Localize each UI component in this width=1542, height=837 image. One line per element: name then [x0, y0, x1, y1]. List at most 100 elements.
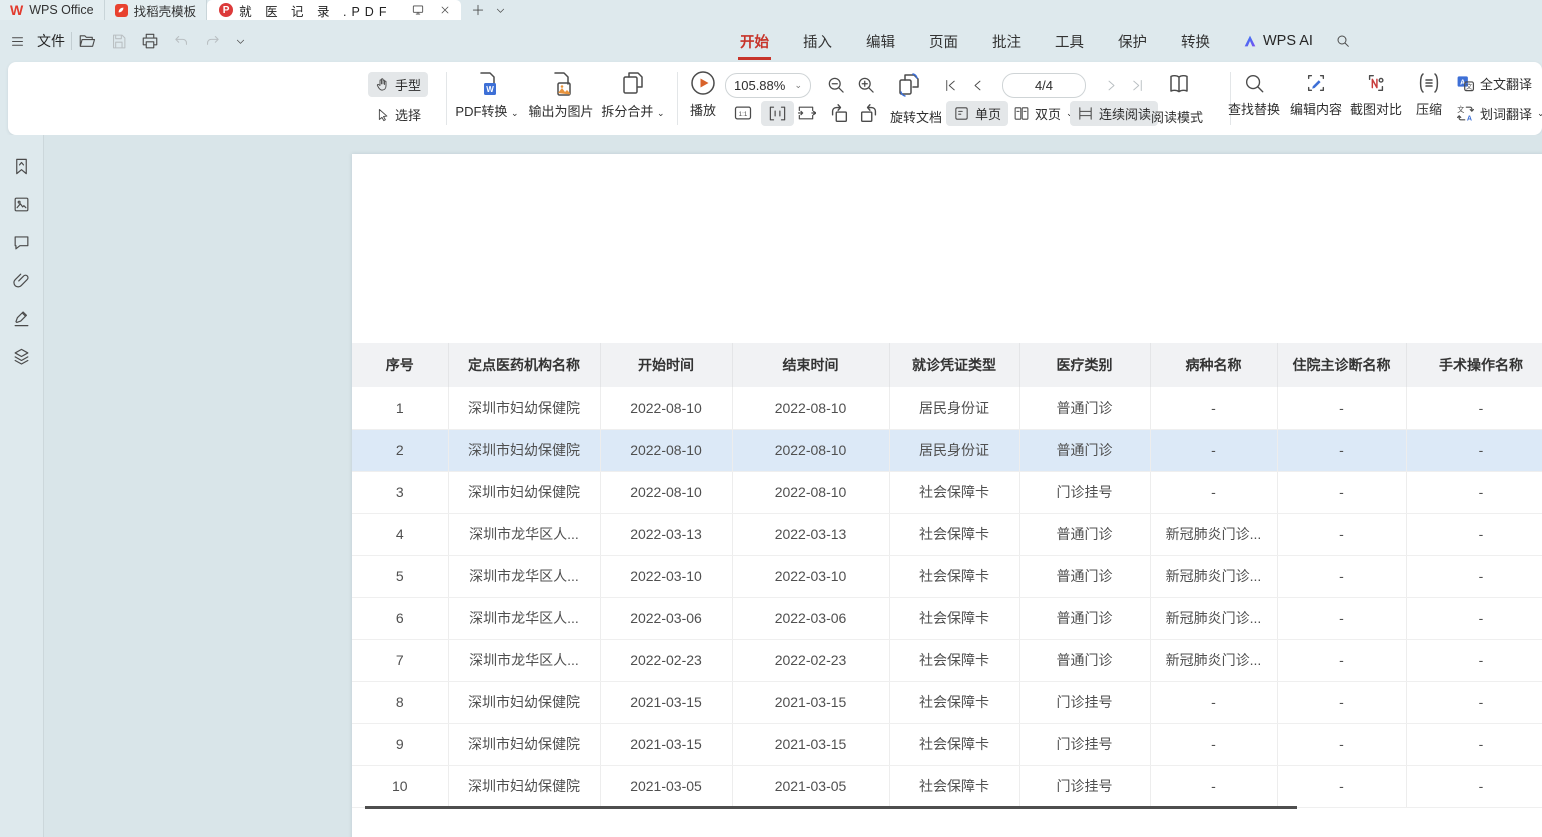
svg-text:1:1: 1:1 [739, 111, 748, 118]
table-cell: 2022-08-10 [732, 387, 889, 429]
edit-content-label: 编辑内容 [1290, 99, 1342, 118]
first-page-icon[interactable] [943, 78, 958, 93]
table-header-cell: 结束时间 [732, 343, 889, 387]
page-number-input[interactable]: 4/4 [1002, 73, 1086, 98]
document-viewport[interactable]: 序号定点医药机构名称开始时间结束时间就诊凭证类型医疗类别病种名称住院主诊断名称手… [44, 135, 1542, 837]
tab-document[interactable]: P 就 医 记 录 .PDF [207, 0, 461, 20]
table-cell: 社会保障卡 [889, 555, 1019, 597]
zoom-out-icon[interactable] [826, 75, 846, 95]
ribbon-tab-page[interactable]: 页面 [927, 25, 960, 58]
word-translate-button[interactable]: 文 A 划词翻译 ⌄ [1456, 104, 1542, 123]
presentation-monitor-icon[interactable] [411, 3, 425, 17]
table-cell: 2022-02-23 [732, 639, 889, 681]
continuous-read-button[interactable]: 连续阅读 [1070, 101, 1158, 126]
layers-icon[interactable] [12, 347, 31, 366]
last-page-icon[interactable] [1130, 78, 1145, 93]
hand-tool-button[interactable]: 手型 [368, 72, 428, 97]
quick-access-chevron-icon[interactable] [235, 36, 246, 47]
table-cell: 深圳市龙华区人... [448, 639, 600, 681]
edit-content-button[interactable]: 编辑内容 [1288, 71, 1344, 118]
table-header-row: 序号定点医药机构名称开始时间结束时间就诊凭证类型医疗类别病种名称住院主诊断名称手… [352, 343, 1542, 387]
rotate-left-icon[interactable] [828, 102, 850, 124]
close-tab-icon[interactable] [439, 4, 451, 16]
ribbon-tab-comment[interactable]: 批注 [990, 25, 1023, 58]
compress-button[interactable]: 压缩 [1412, 71, 1446, 118]
table-cell: 深圳市妇幼保健院 [448, 681, 600, 723]
tab-document-title: 就 医 记 录 .PDF [239, 1, 391, 20]
select-tool-button[interactable]: 选择 [368, 102, 428, 127]
signature-pen-icon[interactable] [12, 309, 31, 328]
bookmark-icon[interactable] [12, 157, 31, 176]
rotate-doc-label[interactable]: 旋转文档 [890, 107, 942, 126]
rotate-right-icon[interactable] [858, 102, 880, 124]
export-image-button[interactable]: 输出为图片 [526, 71, 596, 120]
table-row: 3深圳市妇幼保健院2022-08-102022-08-10社会保障卡门诊挂号--… [352, 471, 1542, 513]
split-merge-button[interactable]: 拆分合并 ⌄ [600, 71, 666, 120]
thumbnail-image-icon[interactable] [12, 195, 31, 214]
medical-table: 序号定点医药机构名称开始时间结束时间就诊凭证类型医疗类别病种名称住院主诊断名称手… [352, 343, 1542, 808]
single-page-label: 单页 [975, 104, 1001, 123]
full-translate-button[interactable]: A 文 全文翻译 [1456, 74, 1532, 93]
save-icon[interactable] [110, 33, 127, 50]
ribbon-tab-insert[interactable]: 插入 [801, 25, 834, 58]
fit-width-icon [768, 104, 787, 123]
tab-wps-office[interactable]: W WPS Office [0, 0, 105, 20]
swap-pages-icon[interactable] [896, 72, 922, 98]
table-cell: 深圳市妇幼保健院 [448, 387, 600, 429]
open-folder-icon[interactable] [78, 32, 96, 50]
redo-icon[interactable] [204, 33, 221, 50]
screenshot-compare-button[interactable]: 截图对比 [1348, 71, 1404, 118]
ribbon-tab-protect[interactable]: 保护 [1116, 25, 1149, 58]
table-cell: 深圳市妇幼保健院 [448, 429, 600, 471]
ribbon-tabs: 开始 插入 编辑 页面 批注 工具 保护 转换 [738, 25, 1212, 58]
table-cell: 深圳市妇幼保健院 [448, 765, 600, 807]
table-cell: - [1150, 681, 1277, 723]
comment-icon[interactable] [12, 233, 31, 252]
table-header-cell: 住院主诊断名称 [1277, 343, 1406, 387]
ribbon-search-icon[interactable] [1335, 33, 1351, 49]
print-icon[interactable] [141, 32, 159, 50]
pdf-page: 序号定点医药机构名称开始时间结束时间就诊凭证类型医疗类别病种名称住院主诊断名称手… [352, 154, 1542, 837]
read-mode-label[interactable]: 阅读模式 [1151, 107, 1203, 126]
left-panel-strip [0, 135, 44, 837]
table-cell: 7 [352, 639, 448, 681]
hamburger-menu-icon[interactable] [10, 34, 25, 49]
play-button[interactable]: 播放 [684, 70, 722, 119]
continuous-read-label: 连续阅读 [1099, 104, 1151, 123]
table-cell: 门诊挂号 [1019, 765, 1150, 807]
ribbon-tab-tools[interactable]: 工具 [1053, 25, 1086, 58]
next-page-icon[interactable] [1104, 78, 1119, 93]
wps-ai-button[interactable]: WPS AI [1242, 33, 1313, 49]
tab-list-chevron-icon[interactable] [495, 5, 506, 16]
table-cell: - [1406, 471, 1542, 513]
prev-page-icon[interactable] [970, 78, 985, 93]
ribbon-tab-edit[interactable]: 编辑 [864, 25, 897, 58]
pdf-convert-button[interactable]: W PDF转换 ⌄ [454, 71, 520, 120]
fit-page-icon[interactable] [796, 103, 816, 123]
fit-width-button[interactable] [761, 101, 794, 126]
find-replace-button[interactable]: 查找替换 [1226, 71, 1282, 118]
attachment-paperclip-icon[interactable] [12, 271, 31, 290]
tab-docer[interactable]: 找稻壳模板 [105, 0, 208, 20]
read-mode-book-icon[interactable] [1166, 71, 1192, 97]
docer-icon [115, 4, 128, 17]
undo-icon[interactable] [173, 33, 190, 50]
new-tab-plus-icon[interactable] [471, 3, 485, 17]
table-header-cell: 序号 [352, 343, 448, 387]
main-area: 序号定点医药机构名称开始时间结束时间就诊凭证类型医疗类别病种名称住院主诊断名称手… [0, 135, 1542, 837]
table-cell: 9 [352, 723, 448, 765]
table-row: 1深圳市妇幼保健院2022-08-102022-08-10居民身份证普通门诊--… [352, 387, 1542, 429]
ribbon-tab-home[interactable]: 开始 [738, 25, 771, 58]
single-page-button[interactable]: 单页 [946, 101, 1008, 126]
compress-label: 压缩 [1416, 99, 1442, 118]
table-cell: 2022-03-13 [600, 513, 732, 555]
file-menu[interactable]: 文件 [37, 31, 65, 51]
embedded-scrollbar [365, 806, 1297, 809]
zoom-level-select[interactable]: 105.88% ⌄ [725, 73, 811, 98]
actual-size-icon[interactable]: 1:1 [733, 103, 753, 123]
table-cell: - [1406, 429, 1542, 471]
zoom-in-icon[interactable] [856, 75, 876, 95]
table-cell: - [1406, 765, 1542, 807]
ribbon-tab-convert[interactable]: 转换 [1179, 25, 1212, 58]
table-cell: 2022-08-10 [600, 387, 732, 429]
